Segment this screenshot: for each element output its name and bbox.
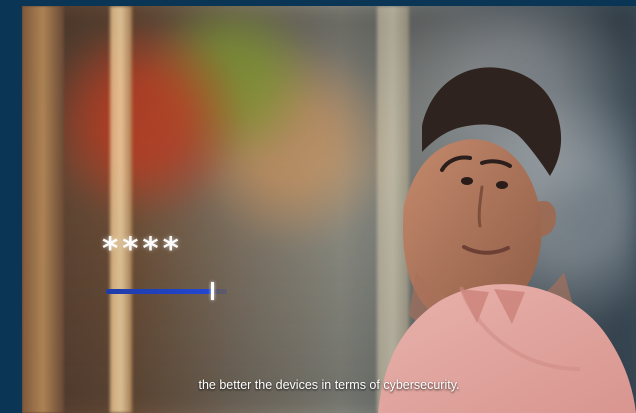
password-mask: ****: [102, 231, 183, 267]
text-cursor-icon: [211, 282, 215, 300]
middle-pillar: [110, 6, 132, 413]
speaker-figure: [344, 40, 636, 413]
video-caption: the better the devices in terms of cyber…: [198, 378, 460, 392]
password-progress-track: [106, 289, 227, 294]
password-overlay: ****: [102, 234, 232, 304]
video-frame: **** the better the devices in terms of …: [0, 0, 636, 413]
left-pillar: [22, 6, 64, 413]
password-progress-fill: [106, 289, 213, 294]
video-player: **** the better the devices in terms of …: [22, 6, 636, 413]
